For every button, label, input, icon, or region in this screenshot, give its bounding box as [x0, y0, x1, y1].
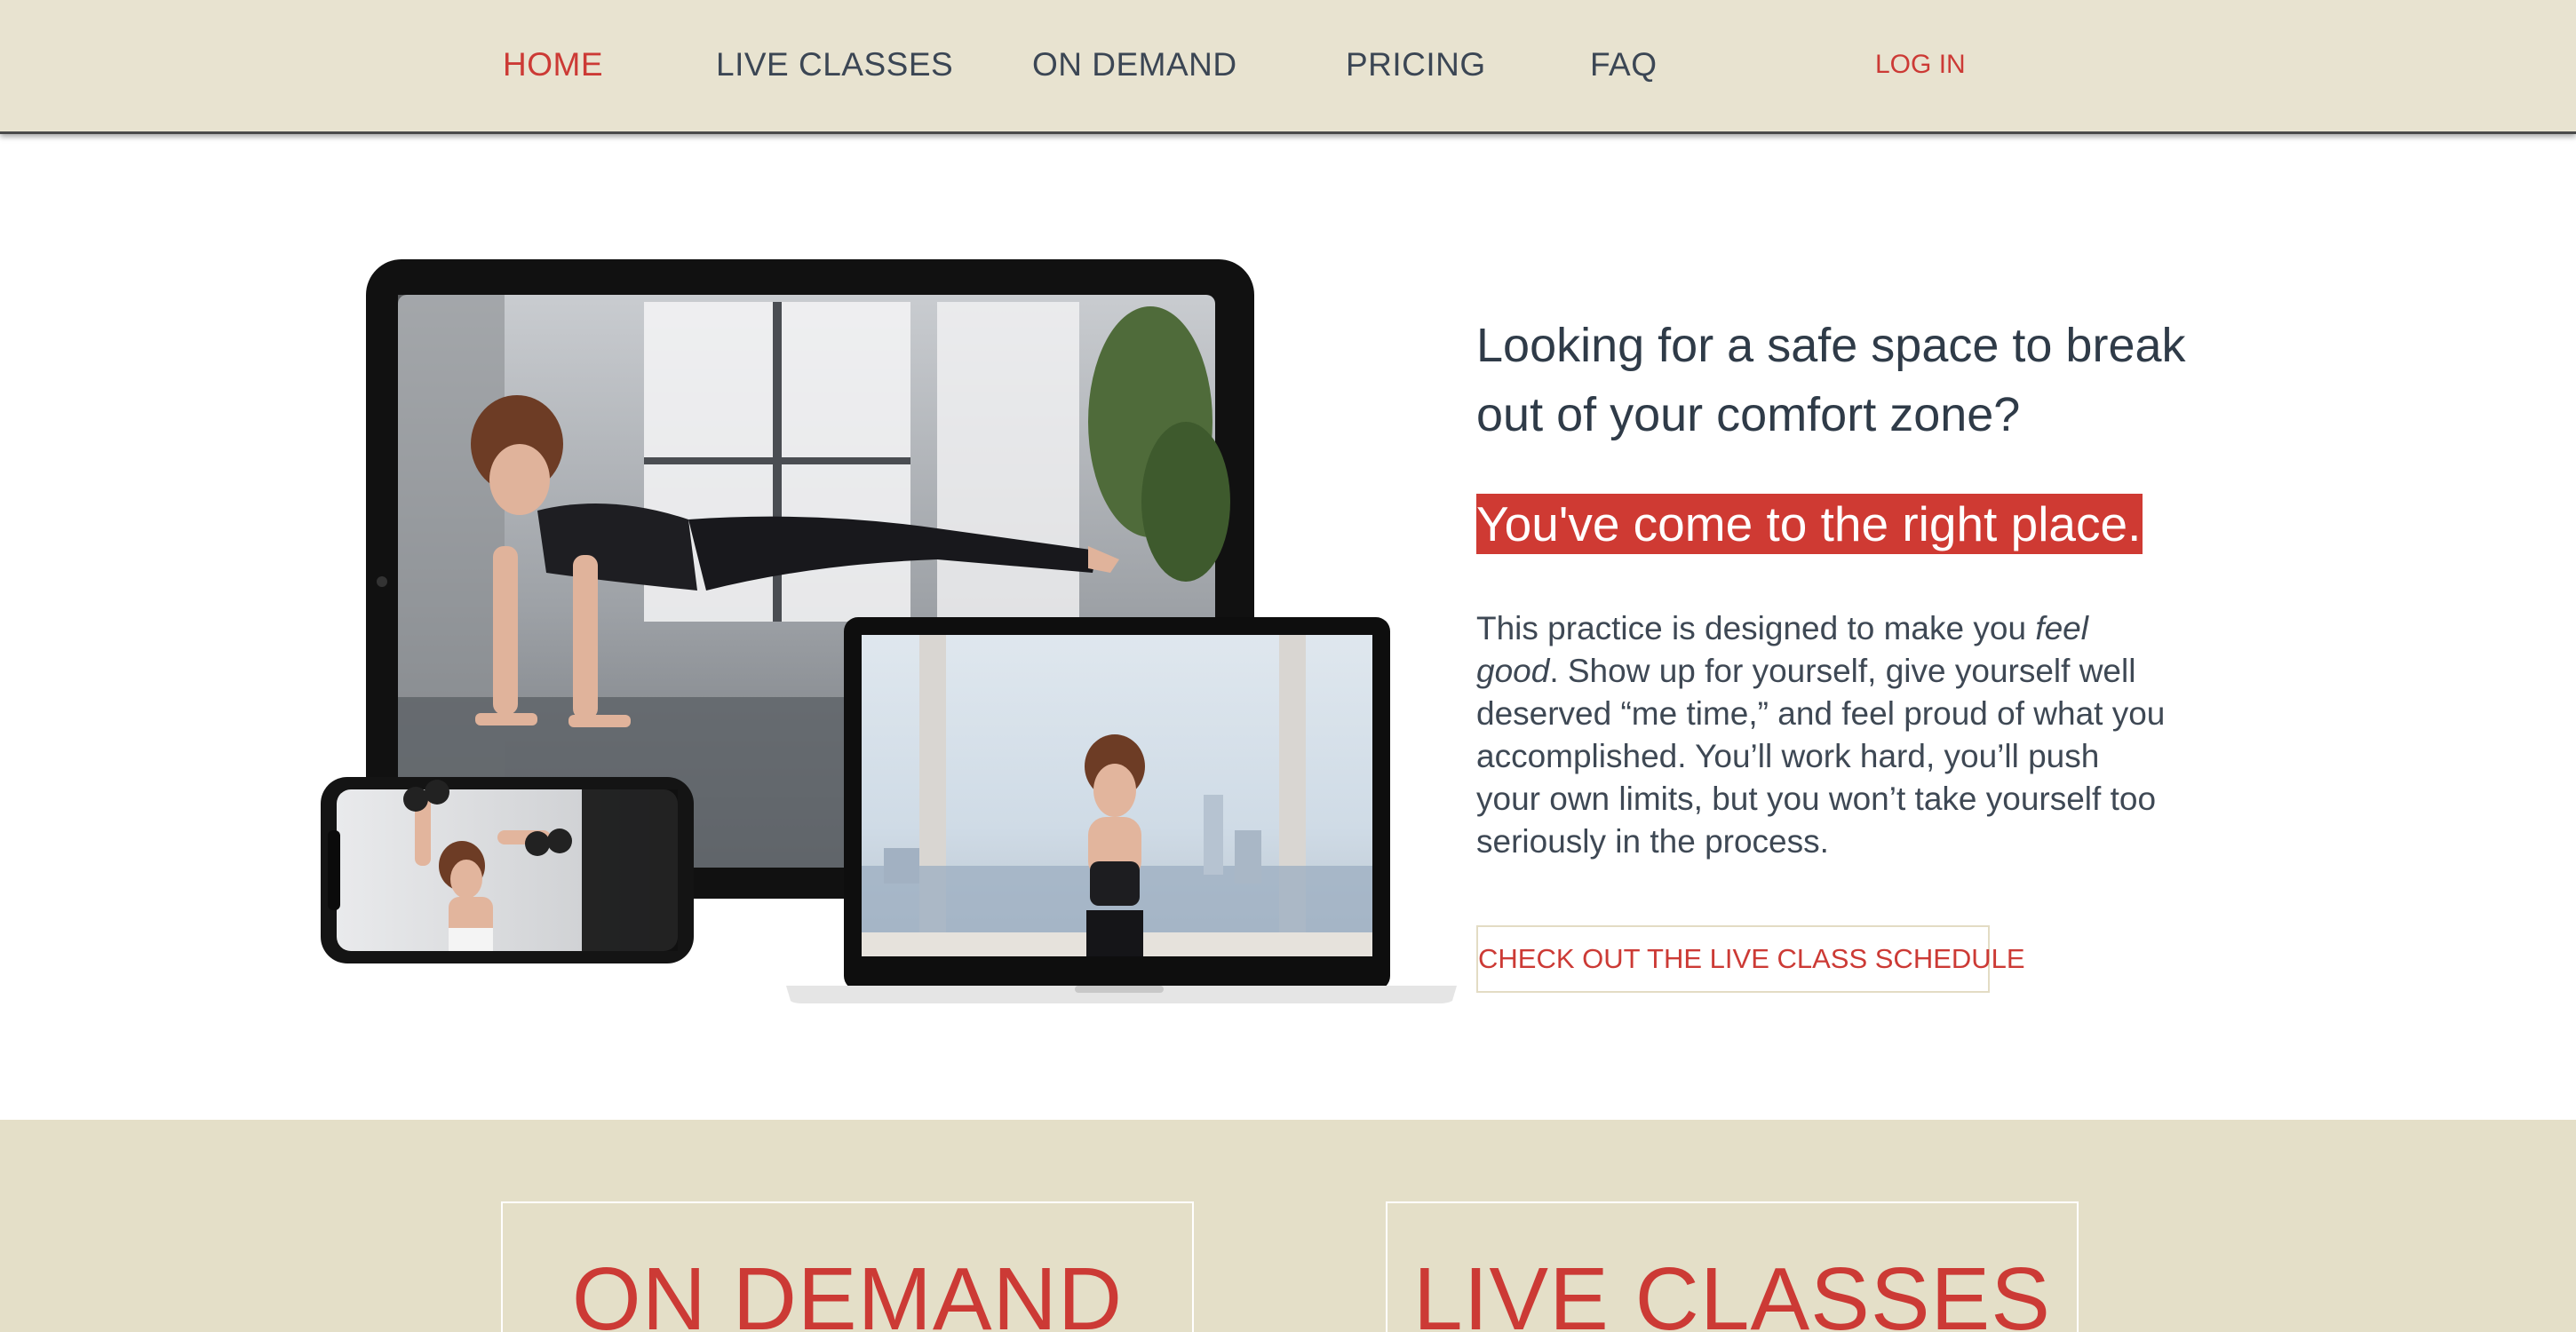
card-title: ON DEMAND [571, 1249, 1124, 1332]
hero-headline: Looking for a safe space to break out of… [1476, 319, 2186, 441]
nav-faq[interactable]: FAQ [1590, 46, 1658, 83]
login-link[interactable]: LOG IN [1875, 50, 1966, 80]
hero-body-part: . Show up for yourself, give yourself we… [1476, 653, 2166, 860]
card-title: LIVE CLASSES [1413, 1249, 2051, 1332]
nav-pricing[interactable]: PRICING [1346, 46, 1486, 83]
live-class-schedule-button[interactable]: CHECK OUT THE LIVE CLASS SCHEDULE [1476, 925, 2025, 993]
laptop-device [786, 617, 1457, 1003]
card-on-demand[interactable]: ON DEMAND [501, 1201, 1194, 1332]
hero-copy: Looking for a safe space to break out of… [1476, 311, 2187, 863]
features-band [0, 1120, 2576, 1332]
hero-body: This practice is designed to make you fe… [1476, 607, 2169, 863]
nav-on-demand[interactable]: ON DEMAND [1032, 46, 1237, 83]
hero-body-part: This practice is designed to make you [1476, 610, 2036, 646]
nav-live-classes[interactable]: LIVE CLASSES [716, 46, 953, 83]
phone-device [321, 777, 694, 963]
devices-hero-image [321, 259, 1457, 1003]
nav-home[interactable]: HOME [503, 46, 603, 83]
hero-highlight: You've come to the right place. [1476, 494, 2143, 554]
card-live-classes[interactable]: LIVE CLASSES [1386, 1201, 2079, 1332]
top-nav: HOME LIVE CLASSES ON DEMAND PRICING FAQ … [0, 0, 2576, 134]
